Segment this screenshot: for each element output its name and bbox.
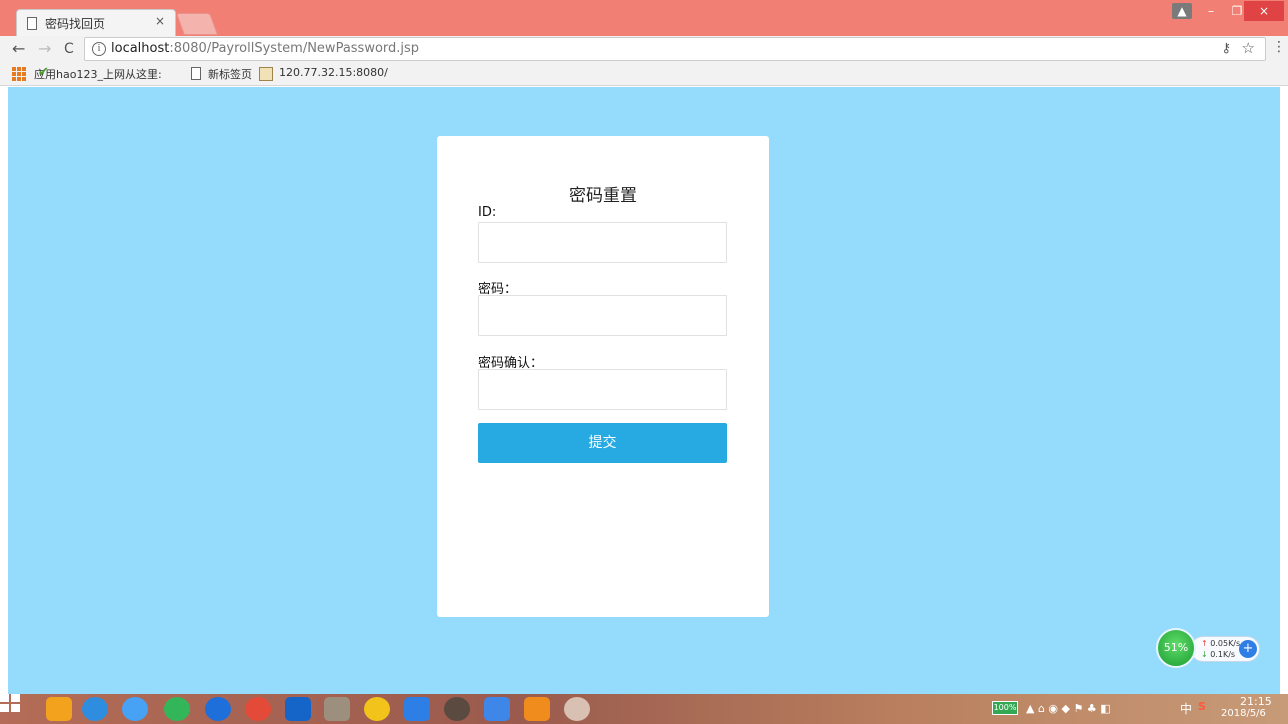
bookmark-new-tab[interactable]: 新标签页 xyxy=(208,66,252,82)
apps-grid-icon[interactable] xyxy=(12,67,26,81)
edge-icon[interactable] xyxy=(82,697,108,721)
network-speed-widget[interactable]: ↑ 0.05K/s ↓ 0.1K/s + 51% xyxy=(1156,628,1262,668)
speed-readout: ↑ 0.05K/s ↓ 0.1K/s + xyxy=(1190,636,1260,662)
browser-tab-active[interactable]: 密码找回页 × xyxy=(16,9,176,36)
user-profile-button[interactable]: ▲ xyxy=(1172,3,1192,19)
speed-boost-icon[interactable]: + xyxy=(1239,640,1257,658)
tray-icons[interactable]: ▲ ⌂ ◉ ◆ ⚑ ♣ ◧ xyxy=(1026,702,1111,715)
minimize-button[interactable]: – xyxy=(1198,1,1224,21)
address-bar[interactable]: i localhost:8080/PayrollSystem/NewPasswo… xyxy=(84,37,1266,61)
download-speed: ↓ 0.1K/s xyxy=(1201,650,1236,659)
wps-icon[interactable] xyxy=(484,697,510,721)
hao123-icon: ✔ xyxy=(38,65,49,80)
steering-icon[interactable] xyxy=(444,697,470,721)
memory-percent-badge[interactable]: 51% xyxy=(1156,628,1196,668)
browser-menu-icon[interactable]: ⋮ xyxy=(1272,39,1286,55)
ie2-icon[interactable] xyxy=(164,697,190,721)
password-input[interactable] xyxy=(478,295,727,336)
bookmark-ip[interactable]: 120.77.32.15:8080/ xyxy=(279,66,388,79)
tab-close-icon[interactable]: × xyxy=(155,14,165,28)
url-host: localhost xyxy=(111,41,170,56)
password-key-icon[interactable]: ⚷ xyxy=(1221,41,1231,56)
qq-browser-icon[interactable] xyxy=(364,697,390,721)
browser-toolbar: ← → C i localhost:8080/PayrollSystem/New… xyxy=(0,36,1288,62)
chart-icon xyxy=(259,67,273,81)
battery-indicator[interactable]: 100% xyxy=(992,701,1018,715)
url-path: :8080/PayrollSystem/NewPassword.jsp xyxy=(169,41,420,56)
sogou-input-icon[interactable]: S xyxy=(1198,700,1206,713)
software-icon[interactable] xyxy=(46,697,72,721)
ime-indicator[interactable]: 中 xyxy=(1180,700,1192,717)
url-text: localhost:8080/PayrollSystem/NewPassword… xyxy=(111,41,419,56)
chrome-icon[interactable] xyxy=(245,697,271,721)
clock-date[interactable]: 2018/5/6 xyxy=(1221,708,1266,719)
ie-icon[interactable] xyxy=(122,697,148,721)
bookmark-hao123[interactable]: hao123_上网从这里: xyxy=(56,66,162,82)
page-icon xyxy=(191,67,201,80)
bookmarks-bar: 应用 ✔ hao123_上网从这里: 新标签页 120.77.32.15:808… xyxy=(0,62,1288,86)
confirm-password-input[interactable] xyxy=(478,369,727,410)
id-input[interactable] xyxy=(478,222,727,263)
back-button[interactable]: ← xyxy=(12,39,25,58)
browser-titlebar: 密码找回页 × ▲ – ❐ × xyxy=(0,0,1288,36)
sogou-browser-icon[interactable] xyxy=(205,697,231,721)
tab-title: 密码找回页 xyxy=(45,17,106,31)
avatar-icon[interactable] xyxy=(564,697,590,721)
submit-button[interactable]: 提交 xyxy=(478,423,727,463)
close-window-button[interactable]: × xyxy=(1244,1,1284,21)
windows-start-icon[interactable] xyxy=(0,694,20,712)
form-title: 密码重置 xyxy=(569,186,637,206)
reset-password-card: 密码重置 ID: 密码： 密码确认： 提交 xyxy=(437,136,769,617)
reload-button[interactable]: C xyxy=(64,41,74,57)
windows-taskbar: 100% ▲ ⌂ ◉ ◆ ⚑ ♣ ◧ 中 S 21:15 2018/5/6 xyxy=(0,694,1288,724)
teamviewer-icon[interactable] xyxy=(285,697,311,721)
clock-time[interactable]: 21:15 xyxy=(1240,695,1272,708)
upload-speed: ↑ 0.05K/s xyxy=(1201,639,1241,648)
mind-icon[interactable] xyxy=(524,697,550,721)
id-label: ID: xyxy=(478,205,497,220)
site-info-icon[interactable]: i xyxy=(92,42,106,56)
page-favicon-icon xyxy=(27,17,37,30)
bookmark-star-icon[interactable]: ☆ xyxy=(1242,39,1255,57)
new-tab-button[interactable] xyxy=(175,13,219,35)
forward-button[interactable]: → xyxy=(38,39,51,58)
bird-icon[interactable] xyxy=(404,697,430,721)
game-icon[interactable] xyxy=(324,697,350,721)
